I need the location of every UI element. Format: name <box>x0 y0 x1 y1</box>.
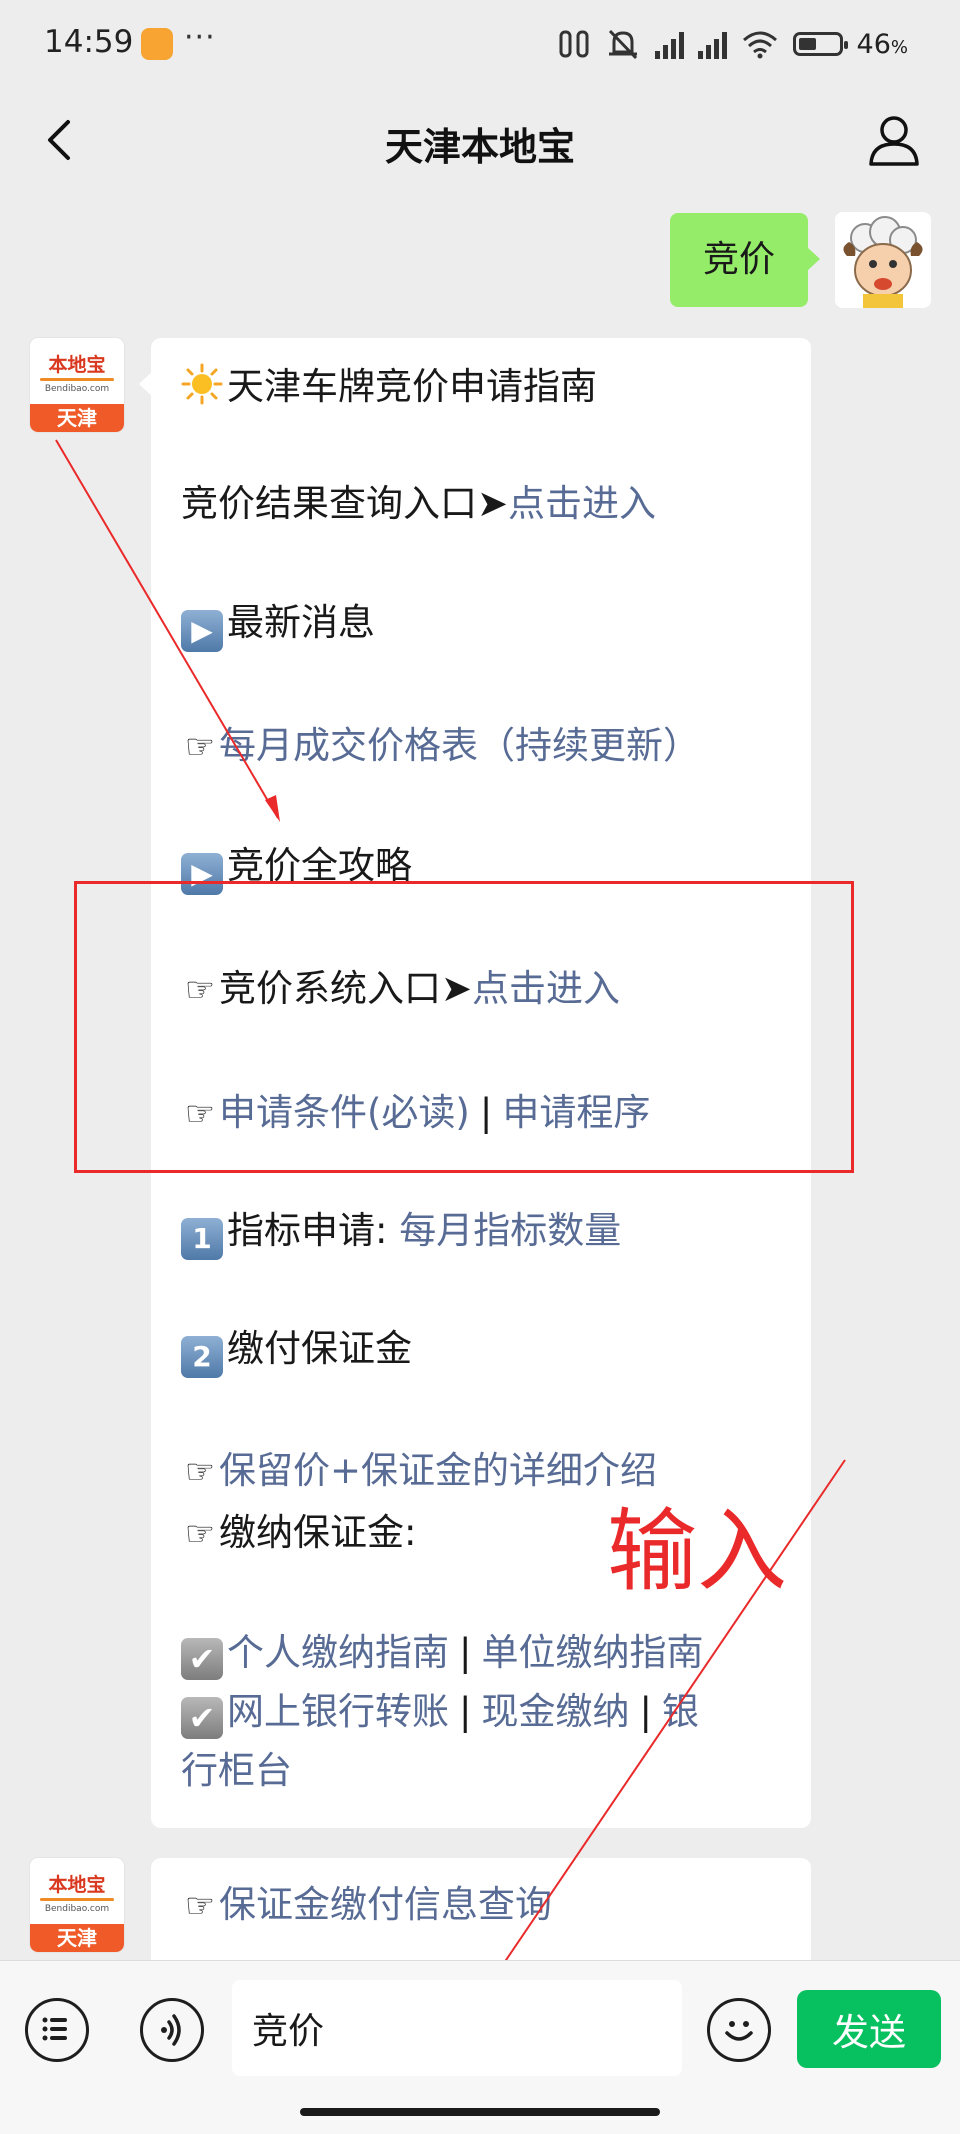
pointing-hand-icon: ☞ <box>184 1514 216 1554</box>
battery-percent: 46% <box>856 28 908 60</box>
play-icon: ▶ <box>181 610 223 652</box>
checkbox-icon: ✔ <box>181 1638 223 1680</box>
voice-button[interactable] <box>140 1998 204 2062</box>
annotation-label: 输入 <box>607 1499 787 1604</box>
company-guide-link[interactable]: 单位缴纳指南 <box>481 1631 703 1674</box>
personal-guide-link[interactable]: 个人缴纳指南 <box>227 1631 449 1674</box>
reserve-price-row: ☞ 保留价+保证金的详细介绍 <box>181 1448 657 1495</box>
avatar-city-label: 天津 <box>30 1924 124 1952</box>
bot-avatar[interactable]: 本地宝 Bendibao.com 天津 <box>30 338 124 432</box>
vibrate-icon <box>559 30 589 58</box>
highlight-rectangle <box>74 881 854 1173</box>
page-title: 天津本地宝 <box>384 125 575 169</box>
pointing-hand-icon: ☞ <box>184 727 216 767</box>
menu-button[interactable] <box>25 1998 89 2062</box>
step1-row: 1 指标申请: 每月指标数量 <box>181 1208 621 1260</box>
result-query-link[interactable]: 点击进入 <box>508 482 656 525</box>
deposit-query-row: ☞ 保证金缴付信息查询 <box>181 1882 552 1929</box>
smiley-icon <box>725 2021 753 2041</box>
bank-counter-row: 行柜台 <box>181 1748 292 1794</box>
avatar-domain-text: Bendibao.com <box>44 384 110 394</box>
pointing-hand-icon: ☞ <box>184 1886 216 1926</box>
number-one-icon: 1 <box>181 1218 223 1260</box>
news-heading: ▶ 最新消息 <box>181 600 375 652</box>
result-query-row: 竞价结果查询入口➤点击进入 <box>181 482 657 525</box>
avatar-city-label: 天津 <box>30 404 124 432</box>
sun-icon <box>181 363 223 405</box>
battery-fill <box>798 38 816 50</box>
bot-avatar[interactable]: 本地宝 Bendibao.com 天津 <box>30 1858 124 1952</box>
signal-icon <box>654 29 684 59</box>
message-title: 天津车牌竞价申请指南 <box>181 363 597 410</box>
emoji-button[interactable] <box>707 1998 771 2062</box>
bank-counter-link[interactable]: 银 <box>662 1690 699 1733</box>
more-notifications-icon: ··· <box>184 20 216 55</box>
user-profile-icon[interactable] <box>866 112 922 168</box>
cash-link[interactable]: 现金缴纳 <box>481 1690 629 1733</box>
sent-message-bubble[interactable]: 竞价 <box>670 213 820 307</box>
monthly-quota-link[interactable]: 每月指标数量 <box>399 1209 621 1252</box>
battery-icon <box>792 32 848 56</box>
logo-swoosh <box>40 378 114 381</box>
avatar-domain-text: Bendibao.com <box>44 1904 110 1914</box>
title-bar: 天津本地宝 <box>0 90 960 190</box>
home-indicator[interactable] <box>300 2108 660 2116</box>
app-notification-icon <box>141 28 173 60</box>
monthly-table-row: ☞ 每月成交价格表（持续更新） <box>181 723 700 770</box>
avatar-logo-text: 本地宝 <box>48 1874 106 1896</box>
wifi-icon <box>742 31 777 59</box>
mute-icon <box>608 29 637 60</box>
bank-counter-link-cont[interactable]: 行柜台 <box>181 1749 292 1792</box>
status-icons: 46% <box>557 26 908 62</box>
step2-row: 2 缴付保证金 <box>181 1326 412 1378</box>
number-two-icon: 2 <box>181 1336 223 1378</box>
list-icon <box>42 2017 67 2041</box>
status-bar: 14:59 ··· 46% <box>0 0 960 90</box>
clock: 14:59 <box>44 24 134 60</box>
avatar-logo-text: 本地宝 <box>48 354 106 376</box>
send-button[interactable]: 发送 <box>797 1990 941 2068</box>
deposit-label-row: ☞ 缴纳保证金: <box>181 1510 417 1557</box>
payment-guide-row: ✔ 个人缴纳指南 | 单位缴纳指南 <box>181 1630 703 1680</box>
online-transfer-link[interactable]: 网上银行转账 <box>227 1690 449 1733</box>
message-input[interactable] <box>232 1980 682 2076</box>
deposit-query-link[interactable]: 保证金缴付信息查询 <box>219 1883 552 1926</box>
voice-icon <box>161 2014 181 2046</box>
avatar[interactable] <box>835 212 931 308</box>
pointing-hand-icon: ☞ <box>184 1452 216 1492</box>
payment-method-row: ✔ 网上银行转账 | 现金缴纳 | 银 <box>181 1689 699 1739</box>
input-bar: 发送 <box>0 1960 960 2134</box>
signal-icon-2 <box>697 29 727 59</box>
monthly-table-link[interactable]: 每月成交价格表（持续更新） <box>219 724 700 767</box>
reserve-price-link[interactable]: 保留价+保证金的详细介绍 <box>219 1449 657 1492</box>
logo-swoosh <box>40 1898 114 1901</box>
checkbox-icon: ✔ <box>181 1697 223 1739</box>
sheep-avatar-icon <box>835 212 931 308</box>
